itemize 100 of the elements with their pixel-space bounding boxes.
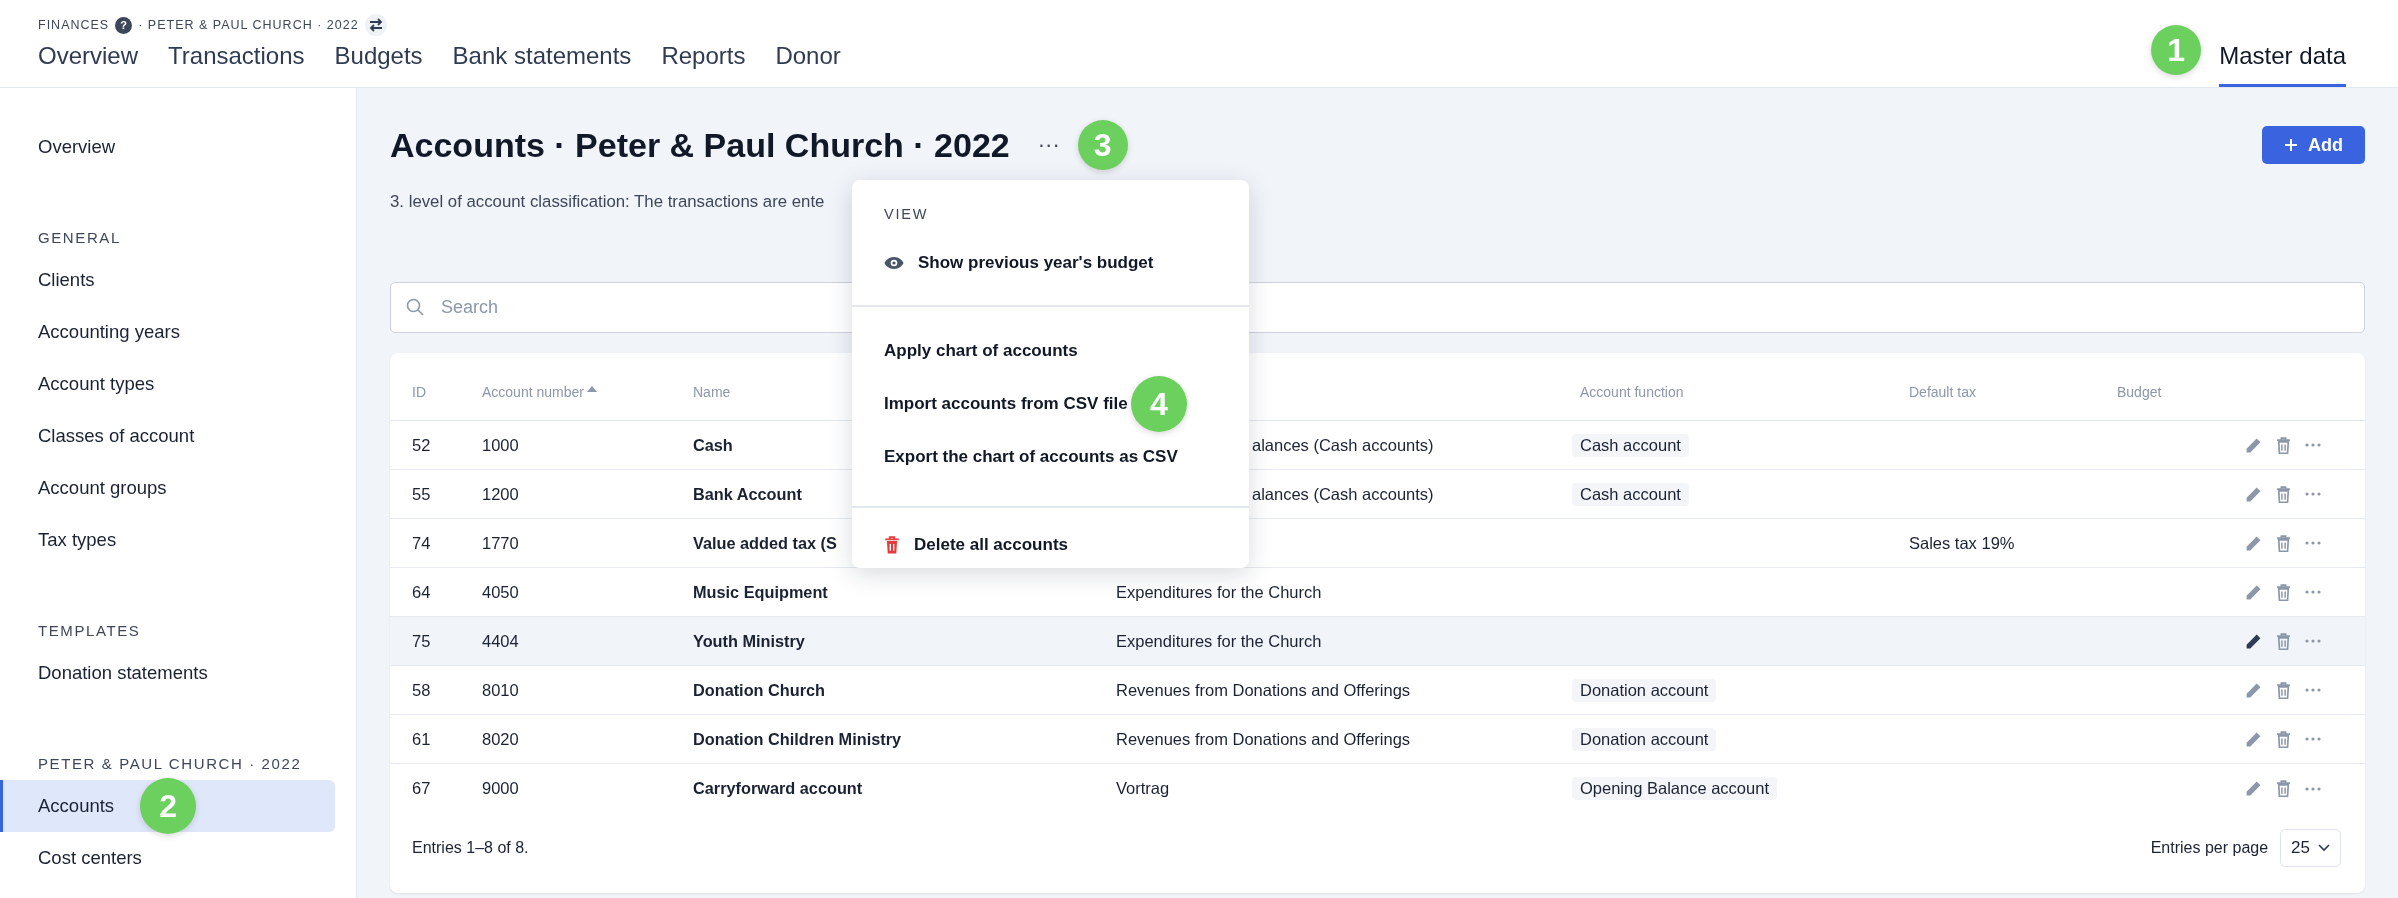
callout-badge: 3 [1077, 120, 1128, 170]
account-name: Music Equipment [693, 582, 828, 602]
table-cell: Revenues from Donations and Offerings [1116, 729, 1411, 749]
add-button[interactable]: Add [2262, 126, 2365, 164]
plus-icon [2284, 138, 2298, 152]
callout-badge: 2 [140, 778, 197, 834]
edit-icon [2245, 681, 2262, 699]
nav-tab[interactable]: Transactions [168, 42, 305, 87]
edit-icon [2245, 632, 2262, 650]
delete-icon [2276, 436, 2291, 454]
edit-icon [2245, 583, 2262, 601]
sidebar-item[interactable]: Classes of account [0, 410, 335, 462]
callout-badge: 1 [2151, 25, 2202, 75]
breadcrumb-text[interactable]: · PETER & PAUL CHURCH · 2022 [138, 18, 359, 32]
nav-tab[interactable]: Overview [38, 42, 139, 87]
edit-icon [2245, 730, 2262, 748]
chevron-down-icon [2318, 844, 2330, 852]
sidebar-item[interactable]: Accounts 2 [0, 780, 335, 832]
section-heading: PETER & PAUL CHURCH · 2022 [37, 755, 303, 772]
table-cell: 75 [412, 631, 431, 651]
table-cell: 4404 [482, 631, 519, 651]
more-icon [2305, 590, 2321, 594]
function-tag: Opening Balance account [1572, 777, 1777, 800]
delete-icon [2276, 780, 2291, 797]
account-name: Bank Account [693, 484, 802, 504]
table-cell: Expenditures for the Church [1116, 582, 1322, 602]
page-title: Accounts · Peter & Paul Church · 2022 [390, 125, 1010, 165]
account-name: Donation Children Ministry [693, 729, 902, 749]
sidebar-item[interactable]: Cost centers [0, 832, 335, 884]
table-cell: alances (Cash accounts) [1252, 484, 1434, 504]
table-cell: Revenues from Donations and Offerings [1116, 680, 1411, 700]
section-heading: GENERAL [37, 229, 122, 246]
account-name: Carryforward account [693, 779, 863, 798]
account-name: Donation Church [693, 680, 826, 700]
table-cell: 9000 [482, 779, 519, 798]
per-page-select[interactable]: 25 [2280, 829, 2341, 867]
table-cell: Sales tax 19% [1909, 533, 2015, 553]
table-cell: 55 [412, 484, 431, 504]
table-cell: Vortrag [1116, 779, 1170, 798]
function-tag: Cash account [1572, 433, 1689, 457]
table-cell: 1200 [482, 484, 519, 504]
menu-item[interactable]: Import accounts from CSV file [884, 379, 1128, 429]
description-text: 3. level of account classification: The transactions are ente [390, 192, 826, 212]
sidebar-item[interactable]: Accounting years [0, 306, 335, 358]
account-name: Youth Ministry [693, 631, 805, 651]
more-icon [2305, 492, 2321, 496]
more-icon [2305, 786, 2321, 791]
sidebar-item[interactable]: Tax types [0, 514, 335, 566]
more-button[interactable]: ··· [1037, 132, 1060, 158]
table-cell: 8010 [482, 680, 519, 700]
more-icon [2305, 443, 2321, 447]
delete-icon [2276, 681, 2291, 699]
help-icon[interactable]: ? [115, 16, 133, 34]
sidebar-item[interactable]: Clients [0, 254, 335, 306]
edit-icon [2245, 780, 2262, 797]
table-cell: 1000 [482, 435, 519, 455]
sidebar-item[interactable]: Account types [0, 358, 335, 410]
breadcrumb-text[interactable]: FINANCES [38, 18, 110, 32]
nav-tab[interactable]: Reports [661, 42, 746, 87]
sidebar-item[interactable]: Overview [0, 121, 335, 173]
table-cell: 52 [412, 435, 431, 455]
account-name: Cash [693, 435, 733, 455]
swap-icon [364, 14, 387, 36]
delete-icon [2276, 730, 2291, 748]
sidebar-item[interactable]: Donation statements [0, 647, 335, 699]
account-name: Value added tax (S [693, 533, 837, 553]
search-icon [406, 298, 424, 316]
menu-item[interactable]: Export the chart of accounts as CSV [884, 432, 1178, 482]
delete-icon [2276, 632, 2291, 650]
more-icon [2305, 737, 2321, 741]
eye-icon [884, 256, 904, 270]
sidebar-item[interactable]: Account groups [0, 462, 335, 514]
table-cell: 8020 [482, 729, 519, 749]
more-icon [2305, 639, 2321, 643]
edit-icon [2245, 436, 2262, 454]
more-icon [2305, 541, 2321, 545]
table-cell: 4050 [482, 582, 519, 602]
edit-icon [2245, 485, 2262, 503]
table-cell: 1770 [482, 533, 519, 553]
nav-tab[interactable]: Donor [775, 42, 841, 87]
table-cell: 74 [412, 533, 431, 553]
more-icon [2305, 688, 2321, 692]
trash-icon [884, 536, 900, 554]
nav-tab[interactable]: Budgets [334, 42, 423, 87]
table-cell: alances (Cash accounts) [1252, 435, 1434, 455]
table-cell: 64 [412, 582, 431, 602]
callout-badge: 4 [1131, 376, 1187, 432]
menu-item[interactable]: Delete all accounts [884, 522, 1068, 568]
delete-icon [2276, 485, 2291, 503]
table-cell: 58 [412, 680, 431, 700]
menu-heading: VIEW [883, 206, 930, 222]
function-tag: Donation account [1572, 678, 1717, 702]
table-cell: Expenditures for the Church [1116, 631, 1322, 651]
nav-tab[interactable]: Bank statements [452, 42, 632, 87]
entries-summary: Entries 1–8 of 8. [412, 839, 529, 857]
function-tag: Donation account [1572, 727, 1717, 751]
table-cell: 67 [412, 779, 431, 798]
section-heading: TEMPLATES [37, 622, 142, 639]
delete-icon [2276, 583, 2291, 601]
function-tag: Cash account [1572, 482, 1689, 506]
